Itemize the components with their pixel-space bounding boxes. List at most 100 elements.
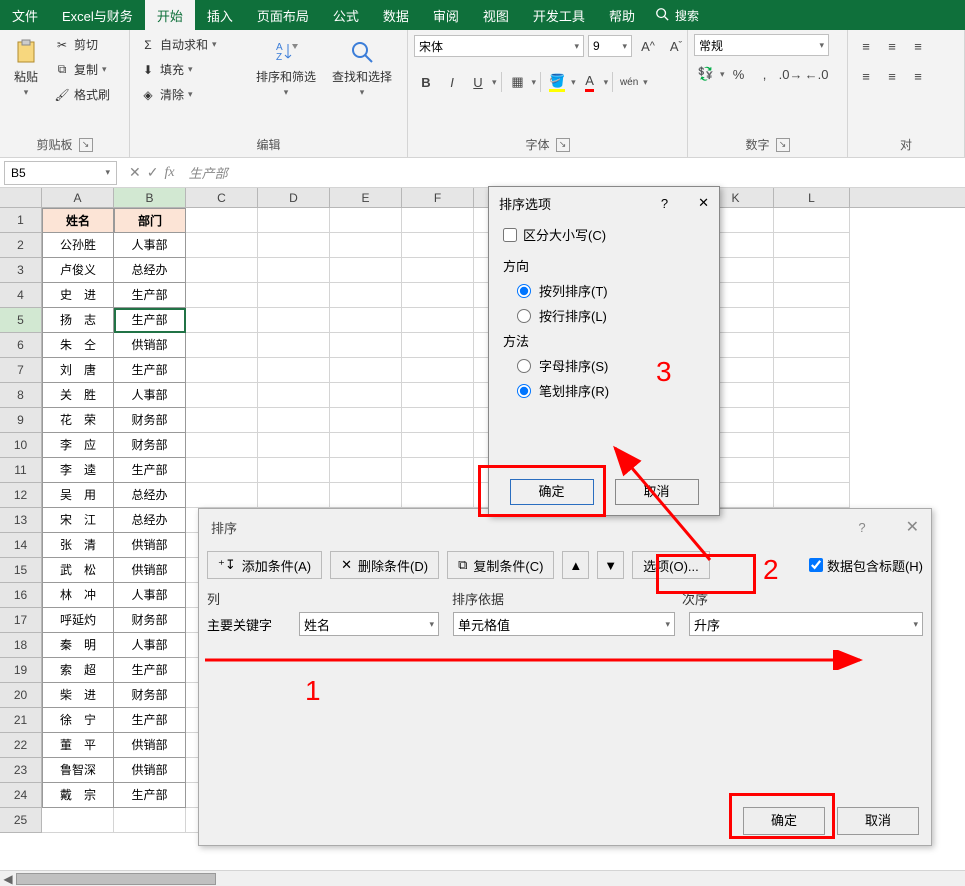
options-cancel-button[interactable]: 取消 [615, 479, 699, 505]
align-center-button[interactable]: ≡ [880, 64, 904, 88]
underline-button[interactable]: U [466, 70, 490, 94]
close-icon[interactable]: ✕ [906, 517, 919, 537]
cell-B7[interactable]: 生产部 [114, 358, 186, 383]
paste-button[interactable]: 粘贴 ▾ [6, 34, 46, 102]
menu-excel-finance[interactable]: Excel与财务 [50, 0, 145, 30]
cell-A8[interactable]: 关 胜 [42, 383, 114, 408]
cell-A21[interactable]: 徐 宁 [42, 708, 114, 733]
by-row-radio[interactable]: 按行排序(L) [517, 306, 705, 325]
cell-A14[interactable]: 张 清 [42, 533, 114, 558]
cell-F2[interactable] [402, 233, 474, 258]
borders-button[interactable]: ▦ [506, 70, 530, 94]
row-header-2[interactable]: 2 [0, 233, 42, 258]
cell-B18[interactable]: 人事部 [114, 633, 186, 658]
cell-A10[interactable]: 李 应 [42, 433, 114, 458]
cell-B25[interactable] [114, 808, 186, 833]
cell-A2[interactable]: 公孙胜 [42, 233, 114, 258]
cell-D8[interactable] [258, 383, 330, 408]
cell-B13[interactable]: 总经办 [114, 508, 186, 533]
comma-button[interactable]: , [753, 62, 777, 86]
cell-C8[interactable] [186, 383, 258, 408]
cell-F10[interactable] [402, 433, 474, 458]
menu-home[interactable]: 开始 [145, 0, 195, 30]
cell-A22[interactable]: 董 平 [42, 733, 114, 758]
row-header-16[interactable]: 16 [0, 583, 42, 608]
row-header-13[interactable]: 13 [0, 508, 42, 533]
cell-D3[interactable] [258, 258, 330, 283]
cell-L9[interactable] [774, 408, 850, 433]
cell-E3[interactable] [330, 258, 402, 283]
stroke-radio[interactable]: 笔划排序(R) [517, 381, 705, 400]
cell-C3[interactable] [186, 258, 258, 283]
sort-order-select[interactable]: 升序▾ [689, 612, 923, 636]
cell-E10[interactable] [330, 433, 402, 458]
number-format-select[interactable]: 常规▾ [694, 34, 829, 56]
clipboard-dialog-launcher[interactable]: ↘ [79, 138, 93, 152]
horizontal-scrollbar[interactable]: ◀ [0, 870, 965, 886]
cell-C5[interactable] [186, 308, 258, 333]
cell-F1[interactable] [402, 208, 474, 233]
cell-B3[interactable]: 总经办 [114, 258, 186, 283]
sort-key-select[interactable]: 姓名▾ [299, 612, 439, 636]
fill-color-button[interactable]: 🪣 [545, 70, 569, 94]
help-icon[interactable]: ? [858, 520, 865, 535]
scroll-left-icon[interactable]: ◀ [0, 872, 16, 886]
menu-insert[interactable]: 插入 [195, 0, 245, 30]
cell-L11[interactable] [774, 458, 850, 483]
sort-ok-button[interactable]: 确定 [743, 807, 825, 835]
case-sensitive-input[interactable] [503, 228, 517, 242]
cell-L2[interactable] [774, 233, 850, 258]
cell-F7[interactable] [402, 358, 474, 383]
cell-E9[interactable] [330, 408, 402, 433]
sort-basis-select[interactable]: 单元格值▾ [453, 612, 675, 636]
cell-B17[interactable]: 财务部 [114, 608, 186, 633]
has-headers-input[interactable] [809, 558, 823, 572]
align-middle-button[interactable]: ≡ [880, 34, 904, 58]
cell-B23[interactable]: 供销部 [114, 758, 186, 783]
menu-view[interactable]: 视图 [471, 0, 521, 30]
cell-A16[interactable]: 林 冲 [42, 583, 114, 608]
menu-developer[interactable]: 开发工具 [521, 0, 597, 30]
cell-E5[interactable] [330, 308, 402, 333]
cell-A25[interactable] [42, 808, 114, 833]
row-header-5[interactable]: 5 [0, 308, 42, 333]
row-header-1[interactable]: 1 [0, 208, 42, 233]
menu-formulas[interactable]: 公式 [321, 0, 371, 30]
close-icon[interactable]: ✕ [698, 195, 709, 211]
cell-C9[interactable] [186, 408, 258, 433]
cell-B1[interactable]: 部门 [114, 208, 186, 233]
grow-font-button[interactable]: A^ [636, 34, 660, 58]
cell-B12[interactable]: 总经办 [114, 483, 186, 508]
cell-D12[interactable] [258, 483, 330, 508]
cell-A4[interactable]: 史 进 [42, 283, 114, 308]
format-painter-button[interactable]: 🖌格式刷 [50, 84, 114, 105]
has-headers-checkbox[interactable]: 数据包含标题(H) [809, 556, 923, 575]
menu-file[interactable]: 文件 [0, 0, 50, 30]
move-down-button[interactable]: ▼ [597, 551, 624, 579]
scroll-thumb[interactable] [16, 873, 216, 885]
cell-F11[interactable] [402, 458, 474, 483]
menu-data[interactable]: 数据 [371, 0, 421, 30]
cell-A13[interactable]: 宋 江 [42, 508, 114, 533]
cell-B6[interactable]: 供销部 [114, 333, 186, 358]
cell-A5[interactable]: 扬 志 [42, 308, 114, 333]
cell-B22[interactable]: 供销部 [114, 733, 186, 758]
cell-E1[interactable] [330, 208, 402, 233]
copy-level-button[interactable]: ⧉复制条件(C) [447, 551, 554, 579]
cell-D4[interactable] [258, 283, 330, 308]
cell-C4[interactable] [186, 283, 258, 308]
cell-C6[interactable] [186, 333, 258, 358]
sort-filter-button[interactable]: AZ 排序和筛选 ▾ [250, 34, 322, 102]
font-dialog-launcher[interactable]: ↘ [556, 138, 570, 152]
by-row-input[interactable] [517, 309, 531, 323]
cell-A24[interactable]: 戴 宗 [42, 783, 114, 808]
font-color-button[interactable]: A [578, 70, 602, 94]
row-header-10[interactable]: 10 [0, 433, 42, 458]
cell-B14[interactable]: 供销部 [114, 533, 186, 558]
cell-E6[interactable] [330, 333, 402, 358]
col-header-F[interactable]: F [402, 188, 474, 207]
fill-button[interactable]: ⬇填充▾ [136, 59, 246, 80]
cell-A1[interactable]: 姓名 [42, 208, 114, 233]
cell-C7[interactable] [186, 358, 258, 383]
row-header-15[interactable]: 15 [0, 558, 42, 583]
